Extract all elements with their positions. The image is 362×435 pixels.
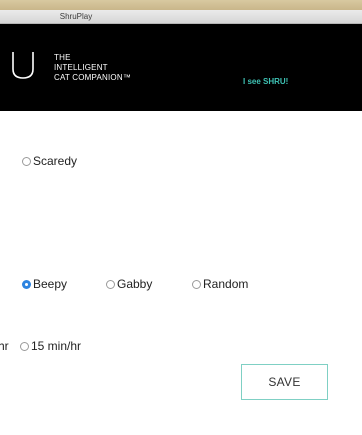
- desktop-background: [0, 0, 362, 10]
- radio-gabby[interactable]: Gabby: [106, 277, 152, 291]
- tagline-line-1: THE: [54, 53, 71, 62]
- brand-tagline: THE INTELLIGENT CAT COMPANION™: [54, 53, 131, 83]
- tagline-line-2: INTELLIGENT: [54, 63, 108, 72]
- radio-label: Random: [203, 277, 249, 291]
- window-title: ShruPlay: [59, 12, 93, 21]
- radio-checked-icon: [22, 279, 31, 289]
- tagline-line-3: CAT COMPANION™: [54, 73, 132, 82]
- radio-label: Scaredy: [33, 154, 78, 168]
- radio-random[interactable]: Random: [192, 277, 248, 291]
- radio-circle-icon: [20, 341, 29, 351]
- brand-header: THE INTELLIGENT CAT COMPANION™ I see SHR…: [0, 24, 362, 111]
- clipped-option-label: hr: [0, 339, 9, 353]
- u-logo-icon: [12, 52, 34, 79]
- radio-beepy[interactable]: Beepy: [22, 277, 67, 291]
- radio-label: Gabby: [117, 277, 153, 291]
- title-bar: ShruPlay: [0, 10, 362, 24]
- save-button[interactable]: SAVE: [241, 364, 328, 400]
- radio-circle-icon: [192, 279, 201, 289]
- app-window: ShruPlay THE INTELLIGENT CAT COMPANION™ …: [0, 0, 362, 435]
- i-see-shru-link[interactable]: I see SHRU!: [243, 77, 288, 86]
- radio-circle-icon: [106, 279, 115, 289]
- radio-label: 15 min/hr: [31, 339, 82, 353]
- radio-scaredy[interactable]: Scaredy: [22, 154, 77, 168]
- radio-15-min-hr[interactable]: 15 min/hr: [20, 339, 81, 353]
- radio-circle-icon: [22, 156, 31, 166]
- radio-label: Beepy: [33, 277, 68, 291]
